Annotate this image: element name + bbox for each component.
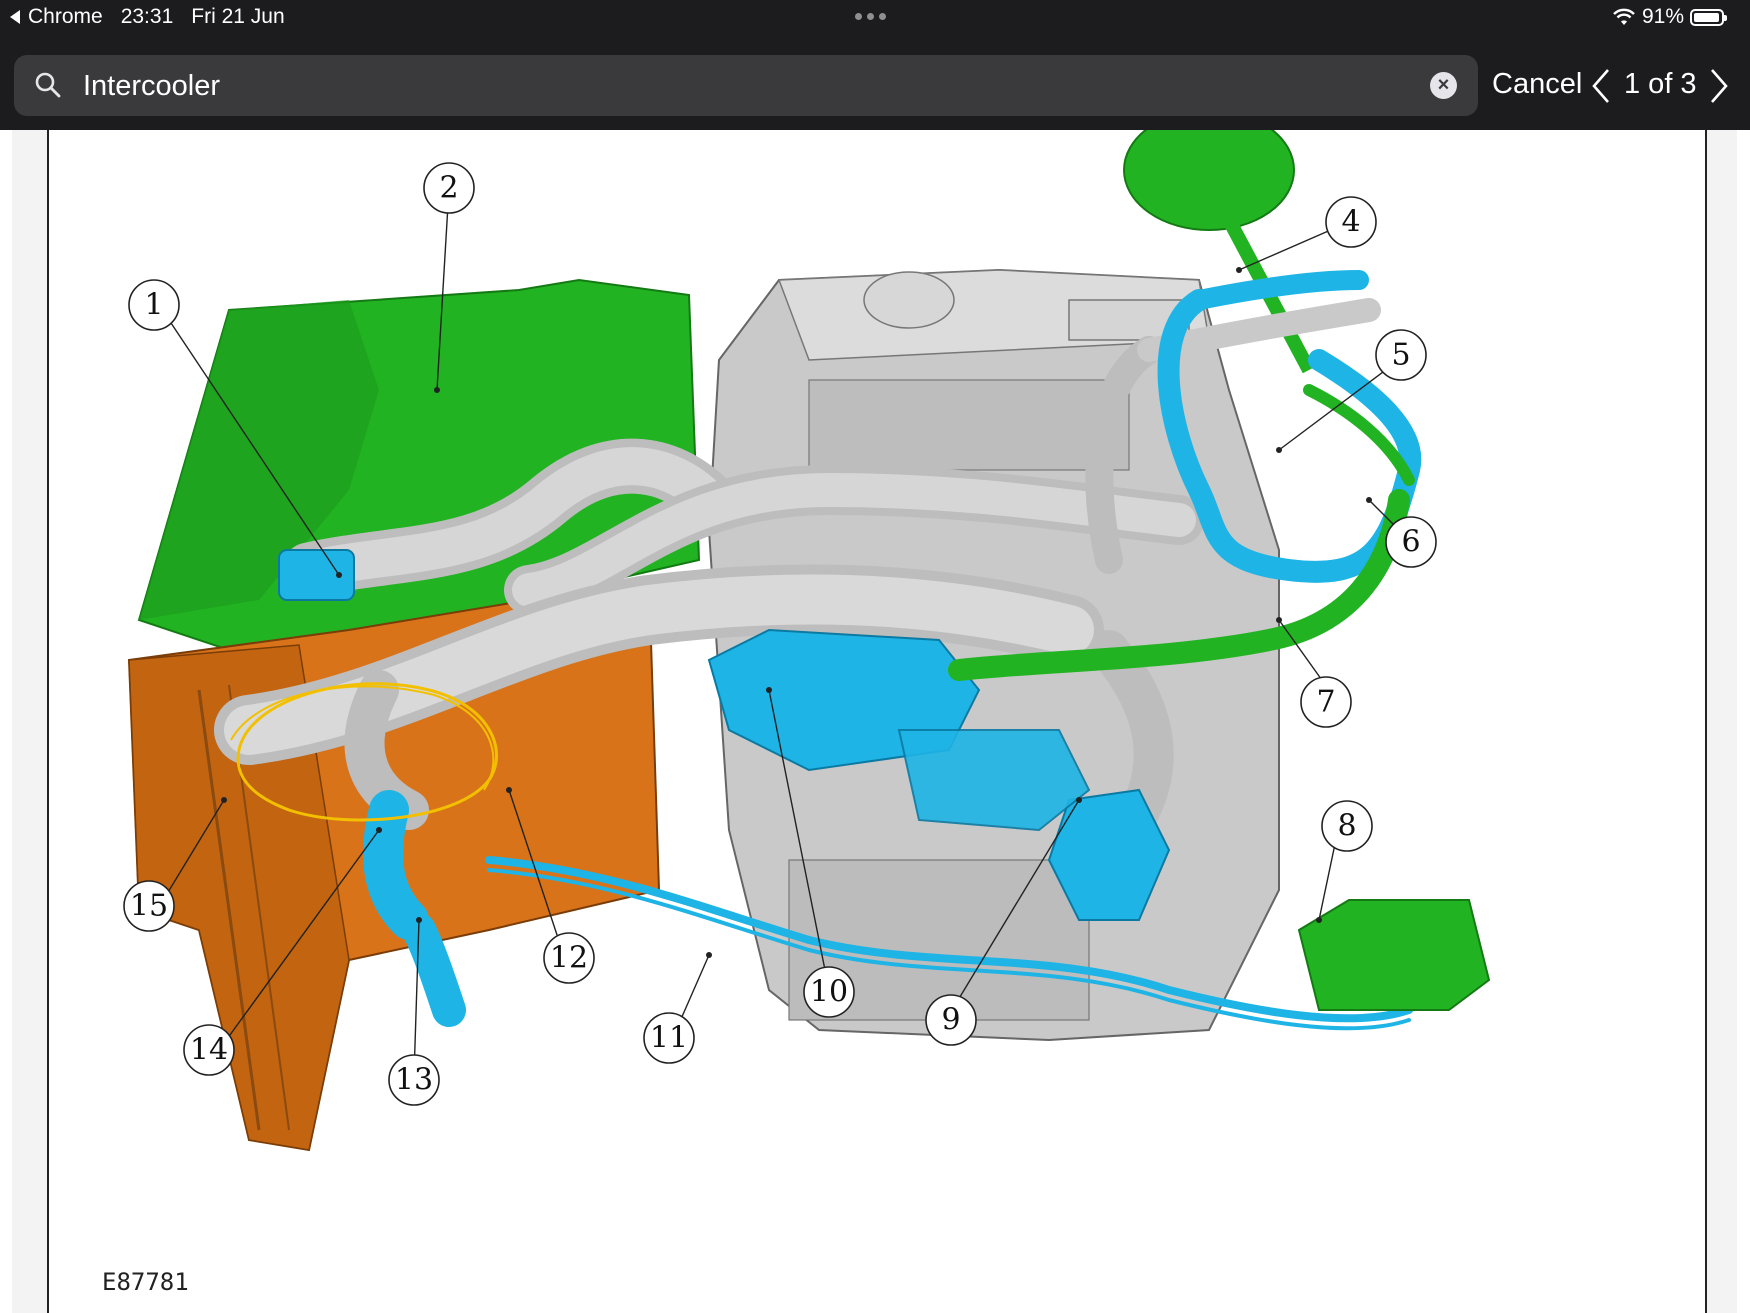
status-date: Fri 21 Jun bbox=[191, 5, 285, 28]
callout-12: 12 bbox=[543, 932, 595, 984]
match-counter: 1 of 3 bbox=[1624, 68, 1697, 100]
callout-5-label: 5 bbox=[1391, 338, 1410, 373]
engine-cooling-diagram[interactable]: 1 2 4 5 6 7 8 9 10 11 12 13 14 15 E87781 bbox=[47, 130, 1707, 1313]
find-on-page-field[interactable]: × bbox=[14, 55, 1478, 116]
figure-id: E87781 bbox=[102, 1268, 189, 1296]
callout-1-label: 1 bbox=[144, 288, 163, 323]
status-time: 23:31 bbox=[120, 5, 174, 28]
callout-13: 13 bbox=[388, 1054, 440, 1106]
callout-2: 2 bbox=[423, 162, 475, 214]
callout-10-label: 10 bbox=[810, 975, 848, 1010]
safari-top-bar: Chrome 23:31 Fri 21 Jun 91% × Cancel 1 o… bbox=[0, 0, 1750, 130]
callout-7-label: 7 bbox=[1316, 685, 1335, 720]
callout-6: 6 bbox=[1385, 516, 1437, 568]
clear-search-icon[interactable]: × bbox=[1430, 72, 1457, 99]
battery-percent: 91% bbox=[1641, 5, 1684, 28]
oil-cooler bbox=[1297, 899, 1491, 1011]
callout-8-label: 8 bbox=[1337, 809, 1356, 844]
previous-match-icon[interactable] bbox=[1590, 68, 1612, 104]
callout-6-label: 6 bbox=[1401, 525, 1420, 560]
battery-icon bbox=[1690, 8, 1727, 26]
next-match-icon[interactable] bbox=[1708, 68, 1730, 104]
callout-14-label: 14 bbox=[190, 1033, 228, 1068]
callout-12-label: 12 bbox=[550, 941, 588, 976]
callout-1: 1 bbox=[128, 279, 180, 331]
callout-13-label: 13 bbox=[395, 1063, 433, 1098]
multitasking-dots-icon[interactable] bbox=[855, 13, 891, 20]
callout-2-label: 2 bbox=[439, 171, 458, 206]
callout-7: 7 bbox=[1300, 676, 1352, 728]
callout-8: 8 bbox=[1321, 800, 1373, 852]
cancel-button[interactable]: Cancel bbox=[1492, 68, 1582, 101]
callout-11-label: 11 bbox=[650, 1021, 688, 1056]
callout-10: 10 bbox=[803, 966, 855, 1018]
find-input[interactable] bbox=[81, 65, 1385, 107]
callout-14: 14 bbox=[183, 1024, 235, 1076]
wifi-icon bbox=[1613, 8, 1635, 25]
back-to-app-icon[interactable] bbox=[10, 10, 20, 24]
callout-15-label: 15 bbox=[130, 889, 168, 924]
callout-9-label: 9 bbox=[941, 1003, 960, 1038]
callout-11: 11 bbox=[643, 1012, 695, 1064]
callout-4: 4 bbox=[1325, 196, 1377, 248]
search-icon bbox=[35, 72, 61, 98]
callout-9: 9 bbox=[925, 994, 977, 1046]
callout-4-label: 4 bbox=[1341, 205, 1360, 240]
status-bar: Chrome 23:31 Fri 21 Jun 91% bbox=[0, 0, 1750, 34]
turbo-inlet-hose bbox=[278, 549, 355, 601]
callout-5: 5 bbox=[1375, 329, 1427, 381]
back-app-label[interactable]: Chrome bbox=[28, 5, 103, 29]
callout-15: 15 bbox=[123, 880, 175, 932]
